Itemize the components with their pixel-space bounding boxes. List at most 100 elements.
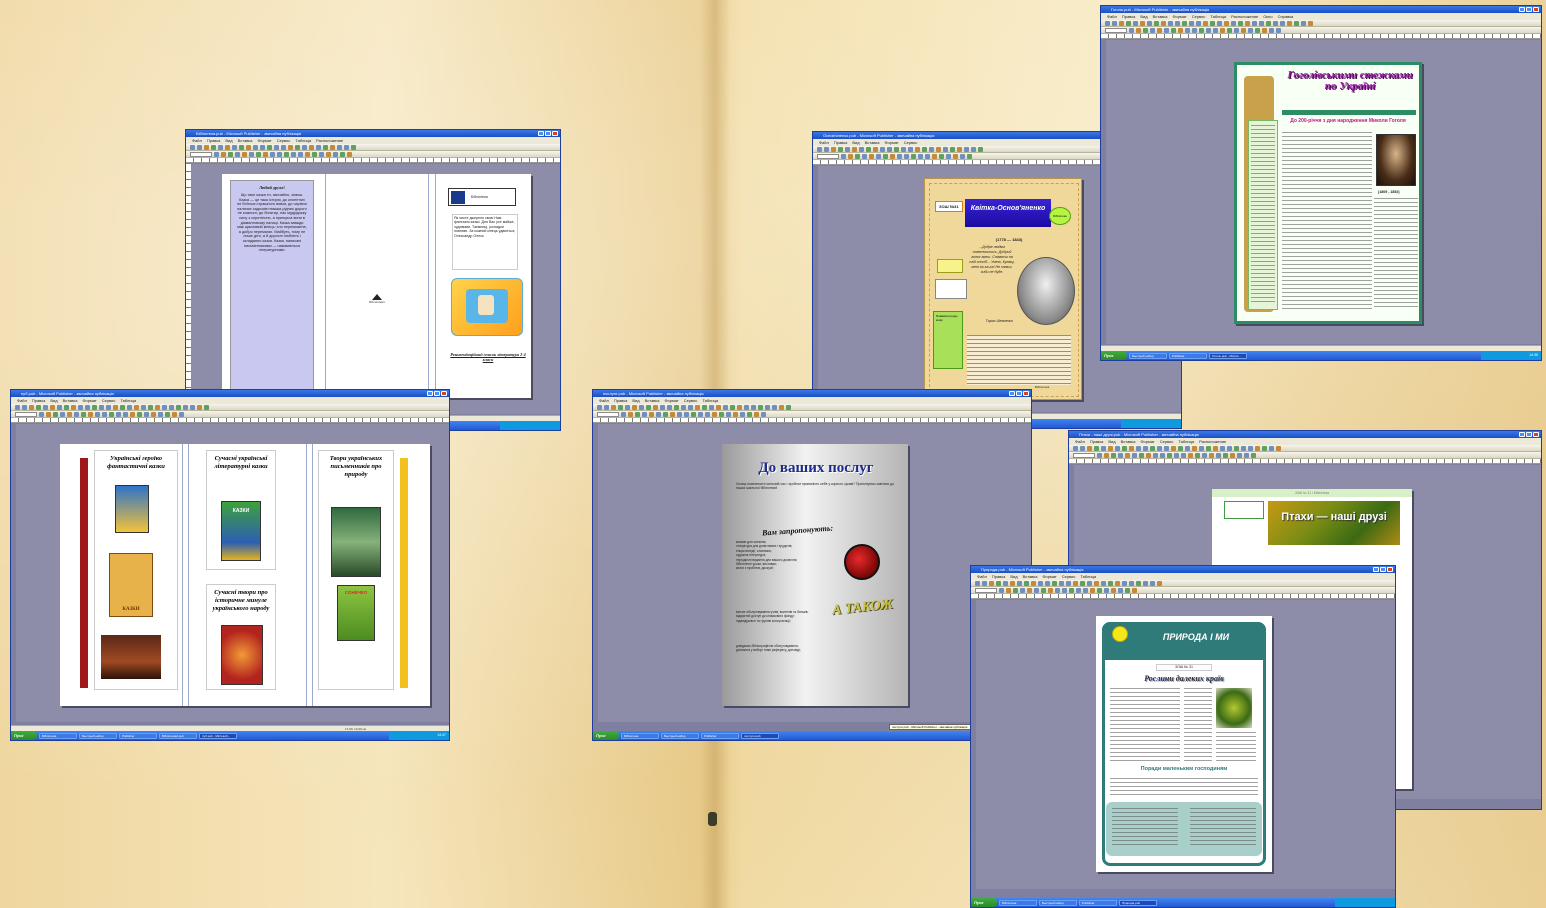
menu-item[interactable]: Вид	[1140, 13, 1147, 20]
column-2b[interactable]: Сучасні твори про історичне минуле украї…	[206, 584, 276, 690]
menu-item[interactable]: Файл	[977, 573, 987, 580]
window-nature[interactable]: Природа.pub - Microsoft Publisher - звич…	[970, 565, 1396, 908]
standard-toolbar[interactable]	[593, 404, 1031, 411]
menu-item[interactable]: Формат	[884, 139, 898, 146]
menu-item[interactable]: Вставка	[1153, 13, 1168, 20]
horizontal-ruler[interactable]	[1069, 459, 1541, 464]
menu-item[interactable]: Сервис	[102, 397, 116, 404]
book-list-page[interactable]: Українські героїко фантастичні казки КАЗ…	[60, 444, 430, 706]
menu-item[interactable]: Вставка	[1023, 573, 1038, 580]
menu-item[interactable]: Таблица	[1178, 438, 1194, 445]
intro-panel[interactable]: Любий друже! Що таке казка ти, звичайно,…	[230, 180, 314, 392]
standard-toolbar[interactable]	[11, 404, 449, 411]
menu-item[interactable]: Таблица	[1080, 573, 1096, 580]
taskbar-item[interactable]: пуб.pub - Microsoft...	[199, 732, 237, 739]
menu-item[interactable]: Таблица	[702, 397, 718, 404]
menu-item[interactable]: Расположение	[1231, 13, 1258, 20]
menu-item[interactable]: Файл	[599, 397, 609, 404]
taskbar-item[interactable]: Быстрый набор	[661, 732, 699, 739]
taskbar[interactable]: Пуск Бібліотека Быстрый набор Publisher …	[11, 731, 449, 740]
taskbar-item[interactable]: Publisher	[1079, 899, 1117, 906]
window-library-brochure[interactable]: Бібліотека.pub - Microsoft Publisher - з…	[185, 129, 561, 431]
menu-item[interactable]: Вид	[1108, 438, 1115, 445]
menu-item[interactable]: Вставка	[238, 137, 253, 144]
menu-item[interactable]: Вставка	[1121, 438, 1136, 445]
start-button[interactable]: Пуск	[593, 731, 619, 740]
window-controls[interactable]	[1373, 567, 1393, 572]
standard-toolbar[interactable]	[971, 580, 1395, 587]
horizontal-ruler[interactable]	[1101, 34, 1541, 39]
menu-item[interactable]: Таблица	[1210, 13, 1226, 20]
window-controls[interactable]	[1009, 391, 1029, 396]
window-controls[interactable]	[1519, 7, 1539, 12]
menu-item[interactable]: Сервис	[1192, 13, 1206, 20]
menu-item[interactable]: Правка	[207, 137, 221, 144]
menu-bar[interactable]: Файл Правка Вид Вставка Формат Сервис Та…	[593, 397, 1031, 404]
menu-item[interactable]: Файл	[819, 139, 829, 146]
taskbar[interactable]: Пуск Бібліотека Быстрый набор Publisher …	[971, 898, 1395, 907]
taskbar-item[interactable]: Publisher	[701, 732, 739, 739]
taskbar-item[interactable]: послуги.pub	[741, 732, 779, 739]
menu-item[interactable]: Формат	[1140, 438, 1154, 445]
menu-bar[interactable]: Файл Правка Вид Вставка Формат Сервис Та…	[1101, 13, 1541, 20]
format-toolbar[interactable]	[971, 587, 1395, 594]
menu-item[interactable]: Сервис	[1160, 438, 1174, 445]
taskbar-item[interactable]: Быстрый набор	[79, 732, 117, 739]
font-select[interactable]	[1073, 453, 1095, 458]
format-toolbar[interactable]	[593, 411, 1031, 418]
kvitka-page[interactable]: ЗОШ №31 Квітка-Основ'яненко Бібліотека (…	[924, 178, 1082, 400]
taskbar-item[interactable]: Бібліотека	[999, 899, 1037, 906]
menu-item[interactable]: Таблица	[295, 137, 311, 144]
window-services[interactable]: послуги.pub - Microsoft Publisher - звич…	[592, 389, 1032, 741]
window-controls[interactable]	[427, 391, 447, 396]
menu-bar[interactable]: Файл Правка Вид Вставка Формат Сервис Та…	[186, 137, 560, 144]
font-select[interactable]	[817, 154, 839, 159]
menu-item[interactable]: Сервис	[277, 137, 291, 144]
menu-item[interactable]: Формат	[1042, 573, 1056, 580]
menu-item[interactable]: Правка	[834, 139, 848, 146]
menu-item[interactable]: Вид	[632, 397, 639, 404]
font-select[interactable]	[190, 152, 212, 157]
column-2a[interactable]: Сучасні українські літературні казки КАЗ…	[206, 450, 276, 570]
column-1[interactable]: Українські героїко фантастичні казки КАЗ…	[94, 450, 178, 690]
window-title[interactable]: Природа.pub - Microsoft Publisher - звич…	[971, 566, 1395, 573]
menu-item[interactable]: Правка	[614, 397, 628, 404]
library-logo-box[interactable]: Бібліотека	[448, 188, 516, 206]
column-3[interactable]: Твори українських письменників про приро…	[318, 450, 394, 690]
standard-toolbar[interactable]	[186, 144, 560, 151]
menu-item[interactable]: Расположение	[316, 137, 343, 144]
taskbar[interactable]: Пуск Быстрый набор Publisher Гоголь.pub …	[1101, 351, 1541, 360]
window-controls[interactable]	[1519, 432, 1539, 437]
taskbar-item[interactable]: Природа.pub	[1119, 899, 1157, 906]
font-select[interactable]	[1105, 28, 1127, 33]
format-toolbar[interactable]	[1101, 27, 1541, 34]
vertical-ruler[interactable]	[186, 164, 191, 414]
brochure-page[interactable]: Любий друже! Що таке казка ти, звичайно,…	[222, 174, 531, 398]
start-button[interactable]: Пуск	[971, 898, 997, 907]
menu-item[interactable]: Формат	[82, 397, 96, 404]
menu-item[interactable]: Файл	[1075, 438, 1085, 445]
taskbar-item[interactable]: Publisher	[119, 732, 157, 739]
menu-item[interactable]: Формат	[257, 137, 271, 144]
window-gogol[interactable]: Гоголь.pub - Microsoft Publisher - звича…	[1100, 5, 1542, 361]
taskbar-item[interactable]: Бібліотека2.pub	[159, 732, 197, 739]
menu-item[interactable]: Вид	[225, 137, 232, 144]
window-title[interactable]: Гоголь.pub - Microsoft Publisher - звича…	[1101, 6, 1541, 13]
taskbar-item[interactable]: Гоголь.pub - Micros...	[1209, 352, 1247, 359]
menu-item[interactable]: Вставка	[865, 139, 880, 146]
menu-item[interactable]: Справка	[1278, 13, 1294, 20]
standard-toolbar[interactable]	[1101, 20, 1541, 27]
menu-item[interactable]: Файл	[192, 137, 202, 144]
menu-bar[interactable]: Файл Правка Вид Вставка Формат Сервис Та…	[1069, 438, 1541, 445]
font-select[interactable]	[15, 412, 37, 417]
window-book-list[interactable]: пуб.pub - Microsoft Publisher - звичайна…	[10, 389, 450, 741]
menu-item[interactable]: Вставка	[645, 397, 660, 404]
taskbar-item[interactable]: Бібліотека	[621, 732, 659, 739]
menu-item[interactable]: Вид	[50, 397, 57, 404]
nature-page[interactable]: ПРИРОДА І МИ ЗОШ № 31 Рослини далеких кр…	[1096, 616, 1272, 872]
menu-item[interactable]: Правка	[1122, 13, 1136, 20]
taskbar[interactable]: Пуск Бібліотека Быстрый набор Publisher …	[593, 731, 1031, 740]
format-toolbar[interactable]	[1069, 452, 1541, 459]
start-button[interactable]: Пуск	[1101, 351, 1127, 360]
window-title[interactable]: Птахи - наші друзі.pub - Microsoft Publi…	[1069, 431, 1541, 438]
